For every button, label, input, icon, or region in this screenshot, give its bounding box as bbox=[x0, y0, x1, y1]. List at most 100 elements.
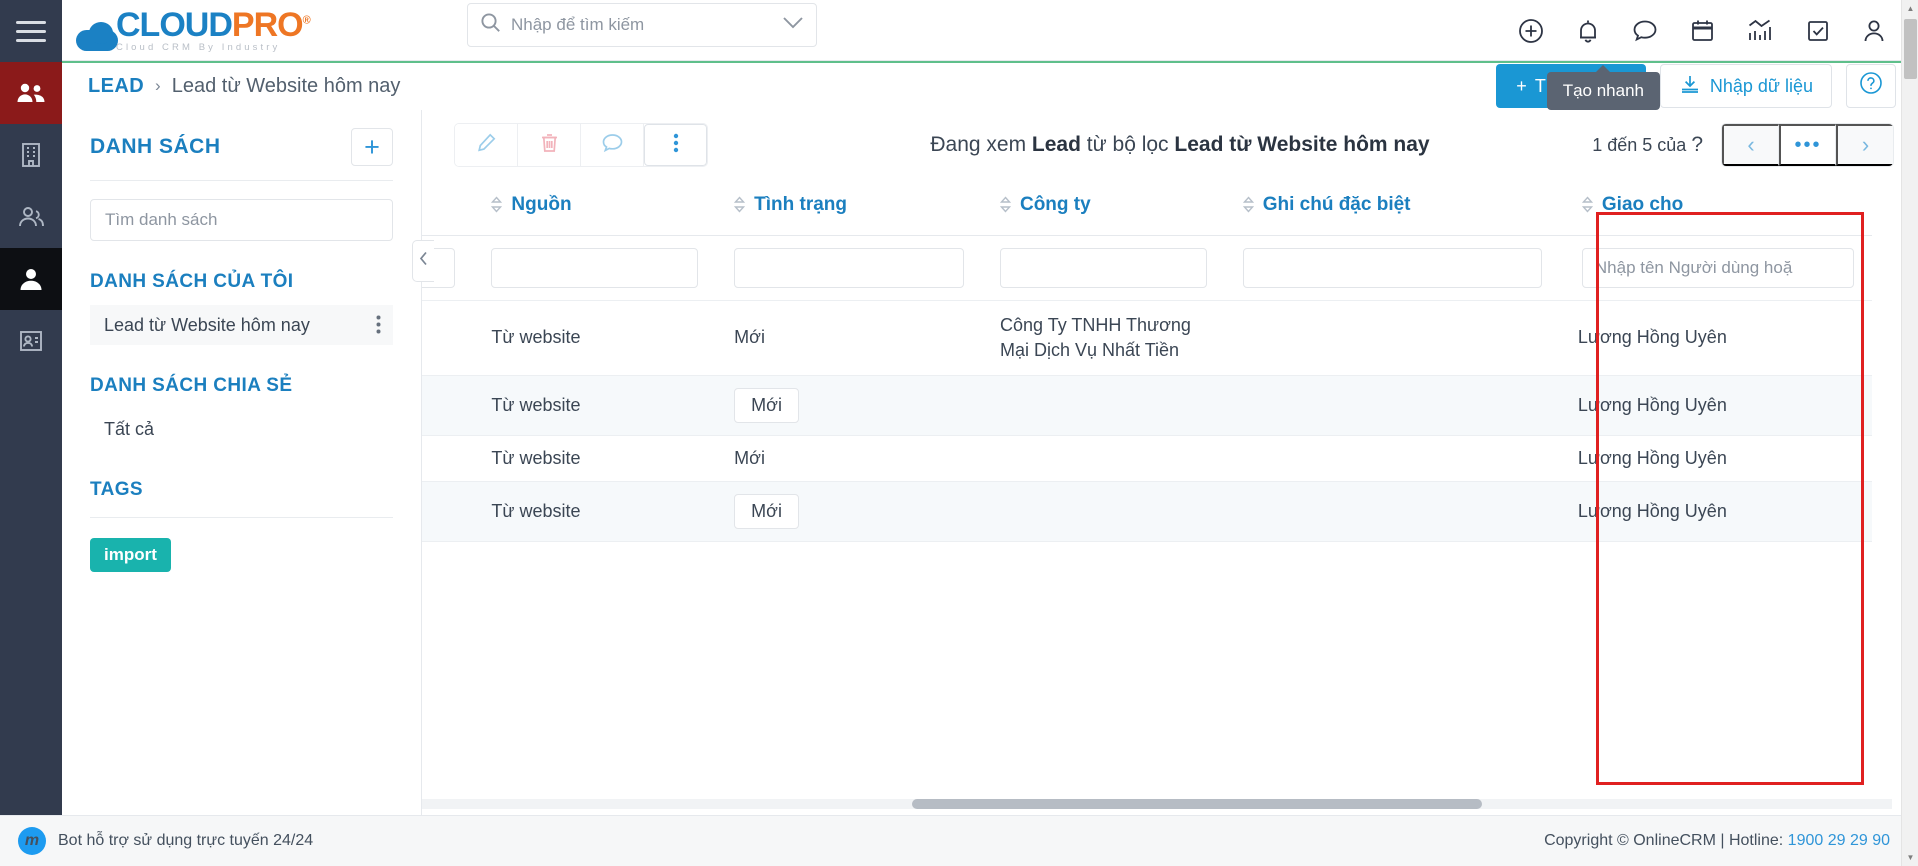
rail-item-documents[interactable] bbox=[0, 310, 62, 372]
breadcrumb-root[interactable]: LEAD bbox=[88, 75, 144, 98]
chevron-down-icon[interactable] bbox=[782, 16, 804, 34]
filter-cell-status[interactable] bbox=[716, 235, 982, 302]
filter-cell-note[interactable] bbox=[1224, 235, 1560, 302]
rail-item-lead[interactable] bbox=[0, 248, 62, 310]
pagination-prev-button[interactable]: ‹ bbox=[1722, 124, 1779, 166]
main-content: Đang xem Lead từ bộ lọc Lead từ Website … bbox=[422, 110, 1918, 815]
logo-text-pro: PRO bbox=[231, 5, 304, 44]
column-header-assignee[interactable]: Giao cho bbox=[1559, 180, 1872, 237]
cell-note bbox=[1224, 435, 1560, 482]
column-header-source[interactable]: Nguồn bbox=[473, 180, 717, 237]
leads-table-scroll[interactable]: Email Nguồn Tình trạng bbox=[422, 180, 1918, 815]
record-toolbar: Đang xem Lead từ bộ lọc Lead từ Website … bbox=[422, 110, 1918, 180]
copyright-text: Copyright © OnlineCRM | Hotline: bbox=[1544, 832, 1784, 849]
help-button[interactable] bbox=[1846, 64, 1896, 108]
pagination-count: 1 đến 5 của ? bbox=[1592, 133, 1703, 157]
table-row[interactable]: gmail. Từ website Mới Lương Hồng Uyên bbox=[422, 375, 1872, 436]
table-row[interactable]: ail.co Từ website Mới Lương Hồng Uyên bbox=[422, 481, 1872, 542]
pagination-next-button[interactable]: › bbox=[1836, 124, 1893, 166]
table-row[interactable]: Từ website Mới Lương Hồng Uyên bbox=[422, 435, 1872, 482]
filter-cell-company[interactable] bbox=[981, 235, 1225, 302]
filter-input-company[interactable] bbox=[999, 248, 1207, 289]
list-panel-title: DANH SÁCH bbox=[90, 135, 221, 158]
page-scrollbar[interactable]: ▲ ▼ bbox=[1901, 0, 1918, 866]
messages-icon[interactable] bbox=[1632, 18, 1658, 43]
kebab-menu-icon[interactable] bbox=[376, 315, 381, 336]
question-mark-icon bbox=[1859, 71, 1883, 101]
support-label: Bot hỗ trợ sử dụng trực tuyến 24/24 bbox=[58, 832, 314, 849]
cell-email[interactable]: .com bbox=[422, 300, 474, 376]
messenger-icon: m bbox=[18, 827, 46, 855]
column-header-note[interactable]: Ghi chú đặc biệt bbox=[1224, 180, 1560, 237]
list-item-selected[interactable]: Lead từ Website hôm nay bbox=[90, 305, 393, 345]
notifications-icon[interactable] bbox=[1576, 18, 1600, 44]
view-title-prefix: Đang xem bbox=[930, 133, 1027, 156]
column-header-company[interactable]: Công ty bbox=[981, 180, 1225, 237]
horizontal-scrollbar[interactable] bbox=[422, 799, 1892, 809]
rail-item-company[interactable] bbox=[0, 124, 62, 186]
cell-company bbox=[981, 481, 1225, 542]
filter-cell-source[interactable] bbox=[473, 235, 717, 302]
support-widget[interactable]: m Bot hỗ trợ sử dụng trực tuyến 24/24 bbox=[18, 827, 313, 855]
cell-note bbox=[1224, 375, 1560, 436]
edit-button[interactable] bbox=[455, 124, 518, 166]
cell-email[interactable]: ail.co bbox=[422, 481, 474, 542]
search-icon bbox=[480, 12, 501, 38]
table-header-row: Email Nguồn Tình trạng bbox=[422, 180, 1872, 237]
comment-button[interactable] bbox=[581, 124, 644, 166]
list-item-all[interactable]: Tất cả bbox=[90, 409, 393, 449]
logo-tagline: Cloud CRM By Industry bbox=[116, 41, 281, 53]
hotline-link[interactable]: 1900 29 29 90 bbox=[1788, 832, 1890, 849]
cell-status: Mới bbox=[716, 300, 982, 376]
id-card-icon bbox=[18, 329, 44, 353]
filter-input-status[interactable] bbox=[734, 248, 964, 289]
filter-input-note[interactable] bbox=[1242, 248, 1542, 289]
filter-cell-assignee[interactable]: Nhập tên Người dùng hoặ bbox=[1559, 235, 1872, 302]
app-logo[interactable]: CLOUDPRO® Cloud CRM By Industry bbox=[76, 5, 311, 53]
pagination-more-button[interactable]: ••• bbox=[1779, 124, 1836, 166]
column-header-email[interactable]: Email bbox=[422, 180, 474, 237]
divider bbox=[90, 517, 393, 518]
more-actions-button[interactable] bbox=[644, 124, 707, 166]
pagination-total-unknown: ? bbox=[1691, 133, 1703, 156]
tasks-icon[interactable] bbox=[1806, 19, 1830, 43]
horizontal-scrollbar-thumb[interactable] bbox=[912, 799, 1482, 809]
scroll-down-icon[interactable]: ▼ bbox=[1902, 849, 1918, 866]
tag-import[interactable]: import bbox=[90, 538, 171, 572]
global-search[interactable]: Nhập để tìm kiếm bbox=[467, 3, 817, 47]
top-icon-group bbox=[1518, 0, 1886, 61]
chevron-left-icon bbox=[419, 251, 428, 271]
table-row[interactable]: .com Từ website Mới Công Ty TNHH Thương … bbox=[422, 300, 1872, 376]
cell-assignee[interactable]: Lương Hồng Uyên bbox=[1559, 375, 1872, 436]
column-header-status[interactable]: Tình trạng bbox=[716, 180, 982, 237]
cell-email[interactable]: gmail. bbox=[422, 375, 474, 436]
filter-input-assignee[interactable]: Nhập tên Người dùng hoặ bbox=[1581, 248, 1854, 289]
rail-item-contacts[interactable] bbox=[0, 62, 62, 124]
quick-create-icon[interactable] bbox=[1518, 18, 1544, 44]
page-scrollbar-thumb[interactable] bbox=[1904, 19, 1917, 79]
hamburger-icon[interactable] bbox=[16, 20, 46, 42]
column-header-label: Công ty bbox=[1019, 194, 1091, 215]
collapse-panel-button[interactable] bbox=[412, 240, 434, 282]
view-title: Đang xem Lead từ bộ lọc Lead từ Website … bbox=[930, 133, 1429, 157]
reports-icon[interactable] bbox=[1747, 18, 1774, 43]
leads-table: Email Nguồn Tình trạng bbox=[422, 180, 1872, 542]
cell-company: Công Ty TNHH Thương Mại Dịch Vụ Nhất Tiề… bbox=[981, 300, 1225, 376]
add-list-button[interactable]: + bbox=[351, 128, 393, 166]
cell-assignee[interactable]: Lương Hồng Uyên bbox=[1559, 435, 1872, 482]
scroll-up-icon[interactable]: ▲ bbox=[1902, 0, 1918, 17]
kebab-menu-icon bbox=[673, 133, 679, 158]
delete-button[interactable] bbox=[518, 124, 581, 166]
pagination-count-text: 1 đến 5 của bbox=[1592, 135, 1687, 155]
list-search-input[interactable]: Tìm danh sách bbox=[90, 199, 393, 241]
cell-source: Từ website bbox=[473, 435, 717, 482]
cell-assignee[interactable]: Lương Hồng Uyên bbox=[1559, 300, 1872, 376]
cell-assignee[interactable]: Lương Hồng Uyên bbox=[1559, 481, 1872, 542]
import-data-button[interactable]: Nhập dữ liệu bbox=[1659, 64, 1832, 108]
calendar-icon[interactable] bbox=[1690, 18, 1715, 43]
rail-item-customers[interactable] bbox=[0, 186, 62, 248]
cell-email[interactable] bbox=[422, 435, 474, 482]
profile-icon[interactable] bbox=[1862, 18, 1886, 43]
rail-menu[interactable] bbox=[0, 0, 62, 62]
filter-input-source[interactable] bbox=[491, 248, 699, 289]
